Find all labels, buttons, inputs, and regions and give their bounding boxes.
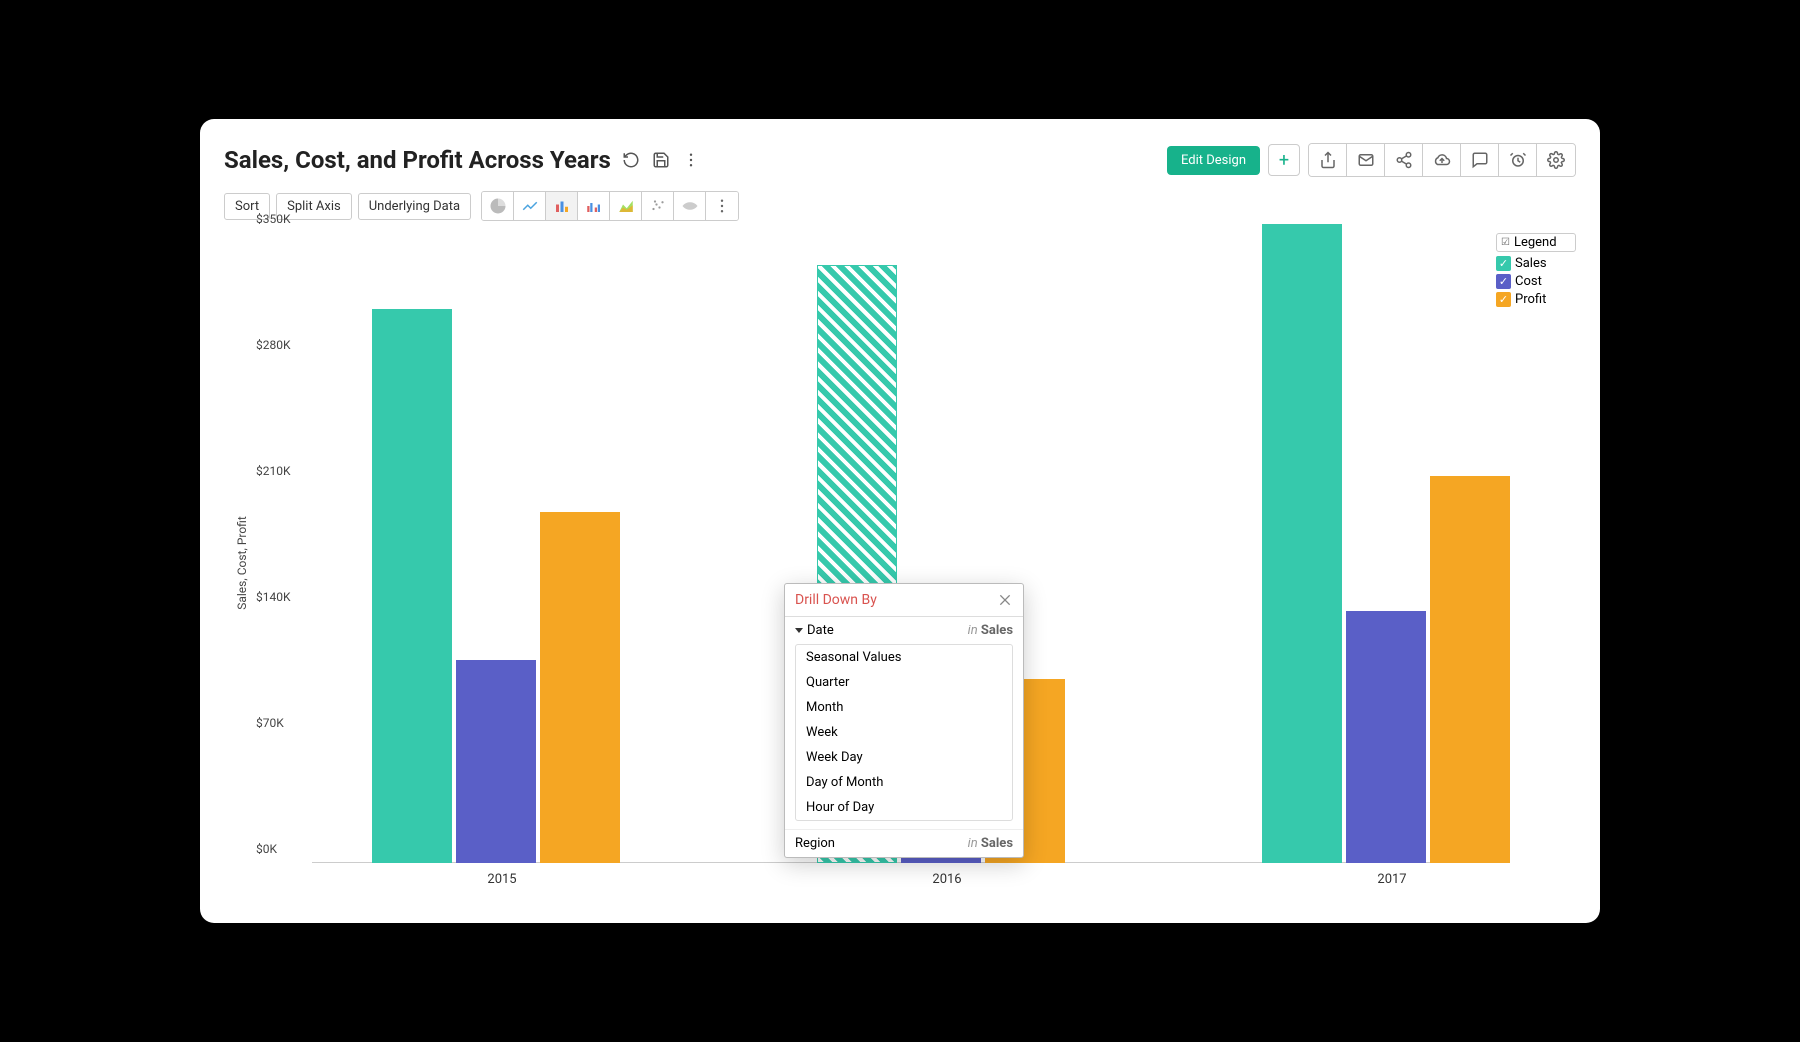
chart-area: Sales, Cost, Profit $0K $70K $140K $210K $28… bbox=[224, 233, 1496, 893]
y-tick: $0K bbox=[256, 842, 277, 856]
report-window: Sales, Cost, and Profit Across Years Edi… bbox=[200, 119, 1600, 923]
edit-design-button[interactable]: Edit Design bbox=[1167, 146, 1260, 175]
drill-row-date[interactable]: Date in Sales bbox=[785, 617, 1023, 644]
scatter-chart-icon[interactable] bbox=[642, 192, 674, 220]
line-chart-icon[interactable] bbox=[514, 192, 546, 220]
chevron-down-icon bbox=[795, 628, 803, 633]
drill-option[interactable]: Week Day bbox=[796, 745, 1012, 770]
bar[interactable] bbox=[1430, 476, 1510, 863]
popover-title: Drill Down By bbox=[795, 592, 877, 608]
bar[interactable] bbox=[372, 309, 452, 863]
drill-option[interactable]: Quarter bbox=[796, 670, 1012, 695]
gear-icon[interactable] bbox=[1537, 144, 1575, 176]
popover-header: Drill Down By bbox=[785, 584, 1023, 617]
chart-wrap: Sales, Cost, Profit $0K $70K $140K $210K $28… bbox=[224, 233, 1576, 893]
bar[interactable] bbox=[456, 660, 536, 863]
header-left: Sales, Cost, and Profit Across Years bbox=[224, 146, 701, 174]
underlying-data-button[interactable]: Underlying Data bbox=[358, 193, 471, 220]
chart-type-group bbox=[481, 191, 739, 221]
header-row: Sales, Cost, and Profit Across Years Edi… bbox=[224, 143, 1576, 177]
y-tick: $210K bbox=[256, 464, 291, 478]
page-title: Sales, Cost, and Profit Across Years bbox=[224, 146, 611, 174]
legend-label: Cost bbox=[1515, 274, 1542, 289]
legend-label: Profit bbox=[1515, 292, 1546, 307]
y-tick: $70K bbox=[256, 716, 284, 730]
pie-chart-icon[interactable] bbox=[482, 192, 514, 220]
x-tick: 2016 bbox=[932, 872, 961, 887]
drill-row-source: in Sales bbox=[968, 836, 1013, 851]
drill-row-label: Date bbox=[807, 623, 834, 638]
map-chart-icon[interactable] bbox=[674, 192, 706, 220]
bar-group bbox=[1262, 224, 1510, 863]
bar[interactable] bbox=[1346, 611, 1426, 863]
header-right: Edit Design + bbox=[1167, 143, 1576, 177]
cloud-icon[interactable] bbox=[1423, 144, 1461, 176]
action-icon-group bbox=[1308, 143, 1576, 177]
area-chart-icon[interactable] bbox=[610, 192, 642, 220]
bar-group bbox=[372, 309, 620, 863]
sub-toolbar: Sort Split Axis Underlying Data bbox=[224, 191, 1576, 221]
grouped-bar-icon[interactable] bbox=[578, 192, 610, 220]
drill-row-source: in Sales bbox=[968, 623, 1013, 638]
export-icon[interactable] bbox=[1309, 144, 1347, 176]
x-tick: 2015 bbox=[487, 872, 516, 887]
y-tick: $280K bbox=[256, 338, 291, 352]
y-tick: $350K bbox=[256, 212, 291, 226]
drill-option[interactable]: Hour of Day bbox=[796, 795, 1012, 820]
chart-more-icon[interactable] bbox=[706, 192, 738, 220]
drill-options-list: Seasonal ValuesQuarterMonthWeekWeek DayD… bbox=[795, 644, 1013, 821]
refresh-icon[interactable] bbox=[621, 150, 641, 170]
save-icon[interactable] bbox=[651, 150, 671, 170]
bar[interactable] bbox=[1262, 224, 1342, 863]
bar[interactable] bbox=[540, 512, 620, 863]
drill-option[interactable]: Day of Month bbox=[796, 770, 1012, 795]
y-axis-label: Sales, Cost, Profit bbox=[235, 516, 249, 610]
drill-option[interactable]: Week bbox=[796, 720, 1012, 745]
drill-row-label: Region bbox=[795, 836, 835, 851]
legend-label: Sales bbox=[1515, 256, 1547, 271]
drill-down-popover: Drill Down By Date in Sales Seasonal Val… bbox=[784, 583, 1024, 858]
bar-chart-icon[interactable] bbox=[546, 192, 578, 220]
more-icon[interactable] bbox=[681, 150, 701, 170]
drill-option[interactable]: Month bbox=[796, 695, 1012, 720]
mail-icon[interactable] bbox=[1347, 144, 1385, 176]
share-icon[interactable] bbox=[1385, 144, 1423, 176]
add-button[interactable]: + bbox=[1268, 144, 1300, 176]
alarm-icon[interactable] bbox=[1499, 144, 1537, 176]
drill-row-region[interactable]: Region in Sales bbox=[785, 829, 1023, 857]
x-tick: 2017 bbox=[1377, 872, 1406, 887]
legend-title-label: Legend bbox=[1514, 235, 1557, 250]
drill-option[interactable]: Seasonal Values bbox=[796, 645, 1012, 670]
y-tick: $140K bbox=[256, 590, 291, 604]
comment-icon[interactable] bbox=[1461, 144, 1499, 176]
close-icon[interactable] bbox=[997, 592, 1013, 608]
